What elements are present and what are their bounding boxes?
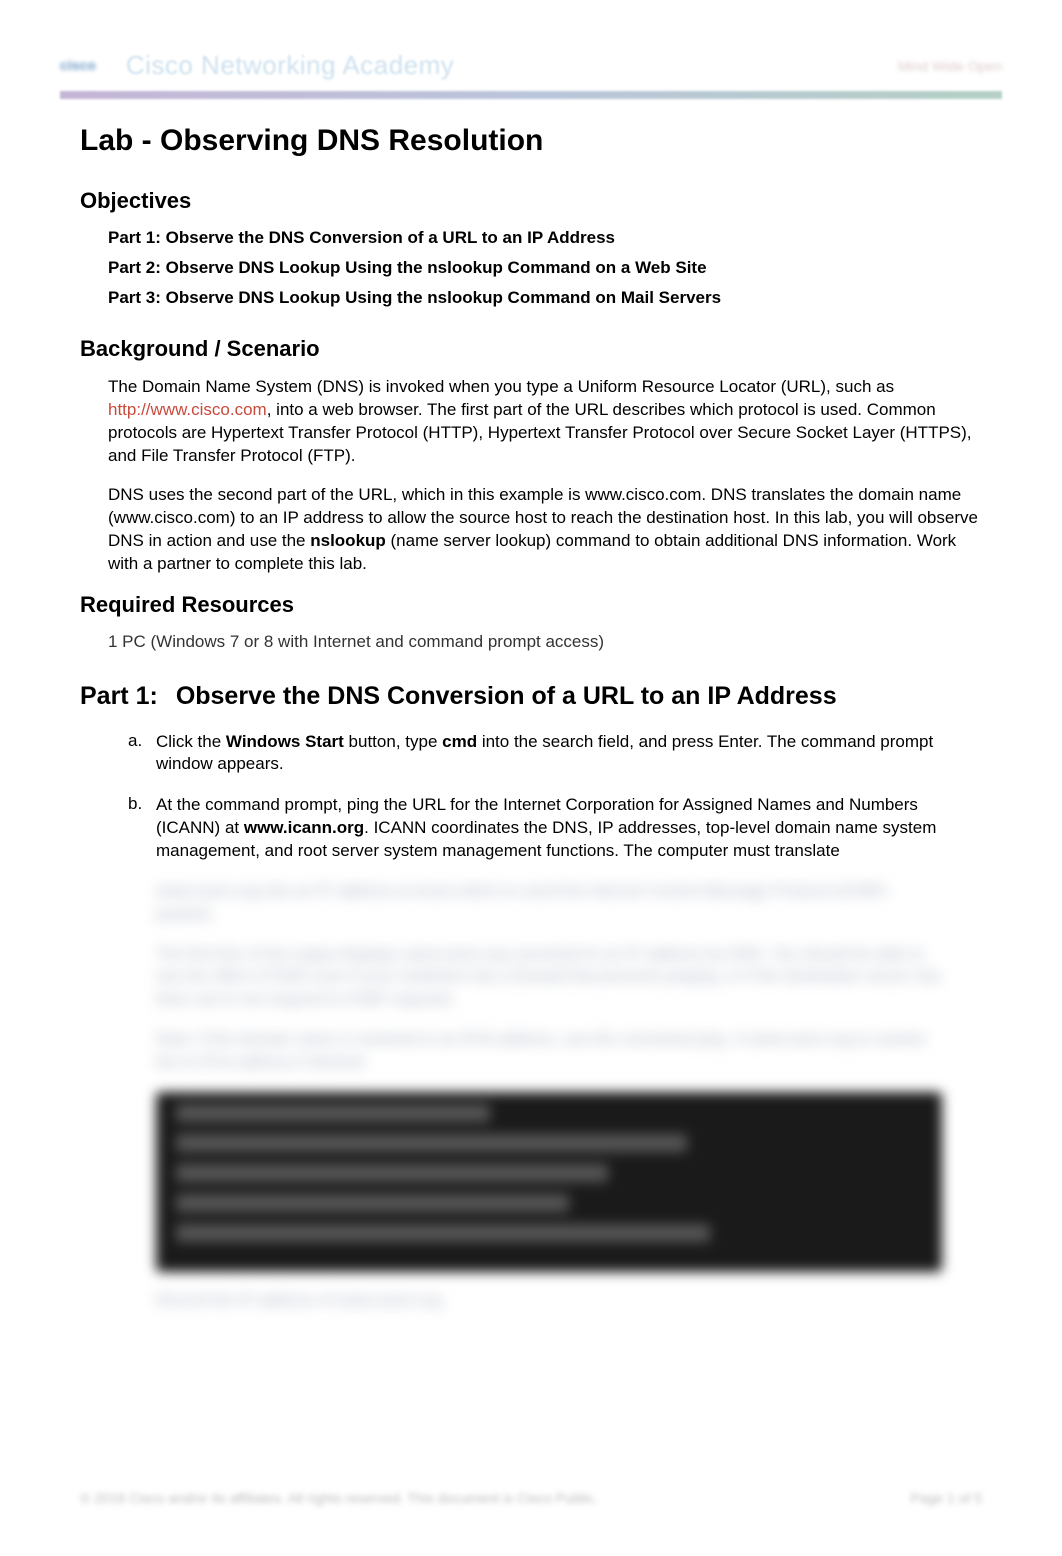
bold-text: www.icann.org xyxy=(244,818,364,837)
text-span: Click the xyxy=(156,732,226,751)
blurred-paragraph: Note: If the domain name is resolved to … xyxy=(156,1029,942,1074)
blurred-caption: Record the IP address of www.icann.org. xyxy=(156,1292,942,1310)
objective-item: Part 2: Observe DNS Lookup Using the nsl… xyxy=(108,258,1002,278)
blurred-terminal-screenshot xyxy=(156,1092,942,1272)
step-content: Click the Windows Start button, type cmd… xyxy=(156,731,982,777)
objectives-heading: Objectives xyxy=(60,188,1002,214)
page-title: Lab - Observing DNS Resolution xyxy=(60,124,1002,158)
objective-item: Part 3: Observe DNS Lookup Using the nsl… xyxy=(108,288,1002,308)
background-para-1: The Domain Name System (DNS) is invoked … xyxy=(60,376,1002,468)
blurred-paragraph: www.icann.org into an IP address to know… xyxy=(156,881,942,926)
resource-item: 1 PC (Windows 7 or 8 with Internet and c… xyxy=(60,632,1002,652)
header-tagline: Mind Wide Open xyxy=(898,58,1002,74)
blurred-paragraph: The first line of the output displays ww… xyxy=(156,944,942,1011)
blurred-content-region: www.icann.org into an IP address to know… xyxy=(60,881,1002,1310)
background-heading: Background / Scenario xyxy=(60,336,1002,362)
objective-item: Part 1: Observe the DNS Conversion of a … xyxy=(108,228,1002,248)
objectives-list: Part 1: Observe the DNS Conversion of a … xyxy=(60,228,1002,308)
resources-heading: Required Resources xyxy=(60,592,1002,618)
cisco-logo: cisco xyxy=(60,58,96,73)
header-divider xyxy=(60,91,1002,99)
step-marker: a. xyxy=(128,731,156,777)
part1-title: Observe the DNS Conversion of a URL to a… xyxy=(176,682,837,710)
logo-text: cisco xyxy=(60,57,96,73)
page-footer: © 2016 Cisco and/or its affiliates. All … xyxy=(60,1490,1002,1506)
part1-steps: a. Click the Windows Start button, type … xyxy=(60,731,1002,864)
cisco-url-link[interactable]: http://www.cisco.com xyxy=(108,400,267,419)
text-span: The Domain Name System (DNS) is invoked … xyxy=(108,377,894,396)
step-marker: b. xyxy=(128,794,156,863)
background-para-2: DNS uses the second part of the URL, whi… xyxy=(60,484,1002,576)
footer-page-number: Page 1 of 5 xyxy=(910,1490,982,1506)
nslookup-bold: nslookup xyxy=(310,531,386,550)
academy-title: Cisco Networking Academy xyxy=(126,50,454,81)
bold-text: cmd xyxy=(442,732,477,751)
step-b: b. At the command prompt, ping the URL f… xyxy=(128,794,982,863)
footer-copyright: © 2016 Cisco and/or its affiliates. All … xyxy=(80,1490,598,1506)
step-content: At the command prompt, ping the URL for … xyxy=(156,794,982,863)
document-header: cisco Cisco Networking Academy Mind Wide… xyxy=(60,40,1002,81)
part1-heading: Part 1: Observe the DNS Conversion of a U… xyxy=(60,682,1002,711)
part1-prefix: Part 1: xyxy=(80,682,158,711)
step-a: a. Click the Windows Start button, type … xyxy=(128,731,982,777)
bold-text: Windows Start xyxy=(226,732,344,751)
text-span: button, type xyxy=(344,732,442,751)
